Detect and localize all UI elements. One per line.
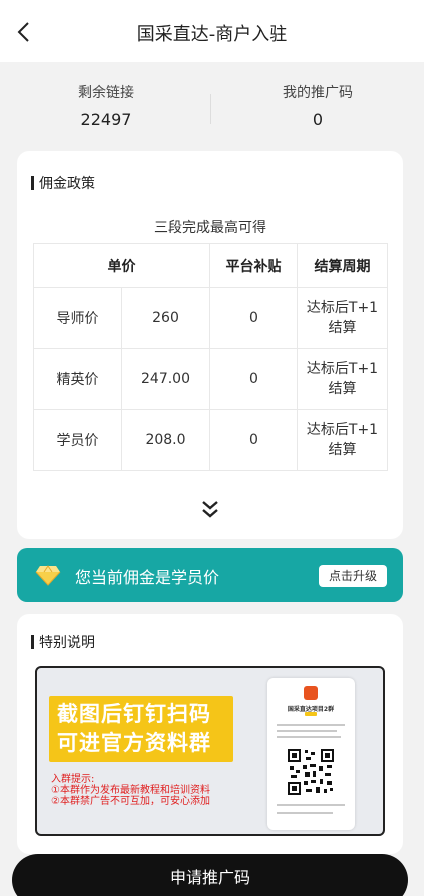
poster-note-1: ①本群作为发布最新教程和培训资料: [51, 785, 210, 796]
current-level-text: 您当前佣金是学员价: [75, 568, 220, 587]
header: 国采直达-商户入驻: [0, 0, 424, 62]
stats-divider: [210, 94, 211, 124]
tier-subsidy: 0: [209, 348, 298, 410]
tier-name: 精英价: [33, 348, 122, 410]
qr-code-icon: [287, 748, 335, 796]
remaining-links-value: 22497: [80, 110, 132, 129]
my-promo-code-value: 0: [312, 110, 324, 129]
poster-headline: 截图后钉钉扫码 可进官方资料群: [49, 696, 233, 762]
page-title: 国采直达-商户入驻: [136, 24, 288, 45]
poster-line-2: 可进官方资料群: [57, 731, 211, 755]
table-header-row: 单价 平台补贴 结算周期: [33, 243, 388, 288]
table-row: 学员价 208.0 0 达标后T+1结算: [33, 409, 388, 471]
poster-line-1: 截图后钉钉扫码: [57, 702, 211, 726]
section-title-text: 佣金政策: [39, 176, 95, 192]
section-title: 特别说明: [31, 632, 95, 652]
group-join-poster: 截图后钉钉扫码 可进官方资料群 入群提示: ①本群作为发布最新教程和培训资料 ②…: [35, 666, 385, 836]
text-line: [277, 736, 341, 738]
my-promo-code-label: 我的推广码: [283, 85, 353, 101]
tier-cycle: 达标后T+1结算: [297, 287, 388, 349]
title-bar: [31, 635, 34, 649]
poster-note-title: 入群提示:: [51, 774, 95, 785]
diamond-icon: [35, 565, 61, 586]
tier-cycle: 达标后T+1结算: [297, 348, 388, 410]
apply-promo-code-button[interactable]: 申请推广码: [12, 854, 408, 896]
tier-price: 247.00: [121, 348, 210, 410]
title-bar: [31, 176, 34, 190]
text-line: [277, 730, 337, 732]
commission-table: 单价 平台补贴 结算周期 导师价 260 0 达标后T+1结算 精英价 247.…: [33, 243, 388, 471]
tier-name: 学员价: [33, 409, 122, 471]
tier-cycle: 达标后T+1结算: [297, 409, 388, 471]
section-title-text: 特别说明: [39, 635, 95, 651]
tier-price: 208.0: [121, 409, 210, 471]
column-header-unit-price: 单价: [33, 243, 210, 288]
phone-tag: [305, 712, 317, 716]
upgrade-button[interactable]: 点击升级: [319, 565, 387, 587]
app-logo-icon: [304, 686, 318, 700]
text-line: [277, 804, 345, 806]
column-header-cycle: 结算周期: [297, 243, 388, 288]
phone-mockup: 国采直达项目2群: [267, 678, 355, 830]
tier-name: 导师价: [33, 287, 122, 349]
special-notes-card: 特别说明 截图后钉钉扫码 可进官方资料群 入群提示: ①本群作为发布最新教程和培…: [17, 614, 403, 854]
table-row: 精英价 247.00 0 达标后T+1结算: [33, 348, 388, 410]
policy-subtitle: 三段完成最高可得: [154, 220, 266, 236]
poster-note-2: ②本群禁广告不可互加，可安心添加: [51, 796, 210, 807]
text-line: [277, 812, 333, 814]
stats-panel: 剩余链接 22497 我的推广码 0: [0, 70, 424, 142]
my-promo-code-stat[interactable]: 我的推广码 0: [212, 82, 424, 129]
remaining-links-stat: 剩余链接 22497: [0, 82, 212, 129]
tier-subsidy: 0: [209, 287, 298, 349]
current-level-banner: 您当前佣金是学员价 点击升级: [17, 548, 403, 602]
table-row: 导师价 260 0 达标后T+1结算: [33, 287, 388, 349]
double-chevron-down-icon: [202, 501, 218, 518]
tier-subsidy: 0: [209, 409, 298, 471]
tier-price: 260: [121, 287, 210, 349]
text-line: [277, 724, 345, 726]
commission-policy-card: 佣金政策 三段完成最高可得 单价 平台补贴 结算周期 导师价 260 0 达标后…: [17, 151, 403, 539]
column-header-subsidy: 平台补贴: [209, 243, 298, 288]
poster-notes: 入群提示: ①本群作为发布最新教程和培训资料 ②本群禁广告不可互加，可安心添加: [51, 774, 210, 807]
remaining-links-label: 剩余链接: [78, 85, 134, 101]
section-title: 佣金政策: [31, 173, 95, 193]
expand-button[interactable]: [195, 499, 225, 521]
